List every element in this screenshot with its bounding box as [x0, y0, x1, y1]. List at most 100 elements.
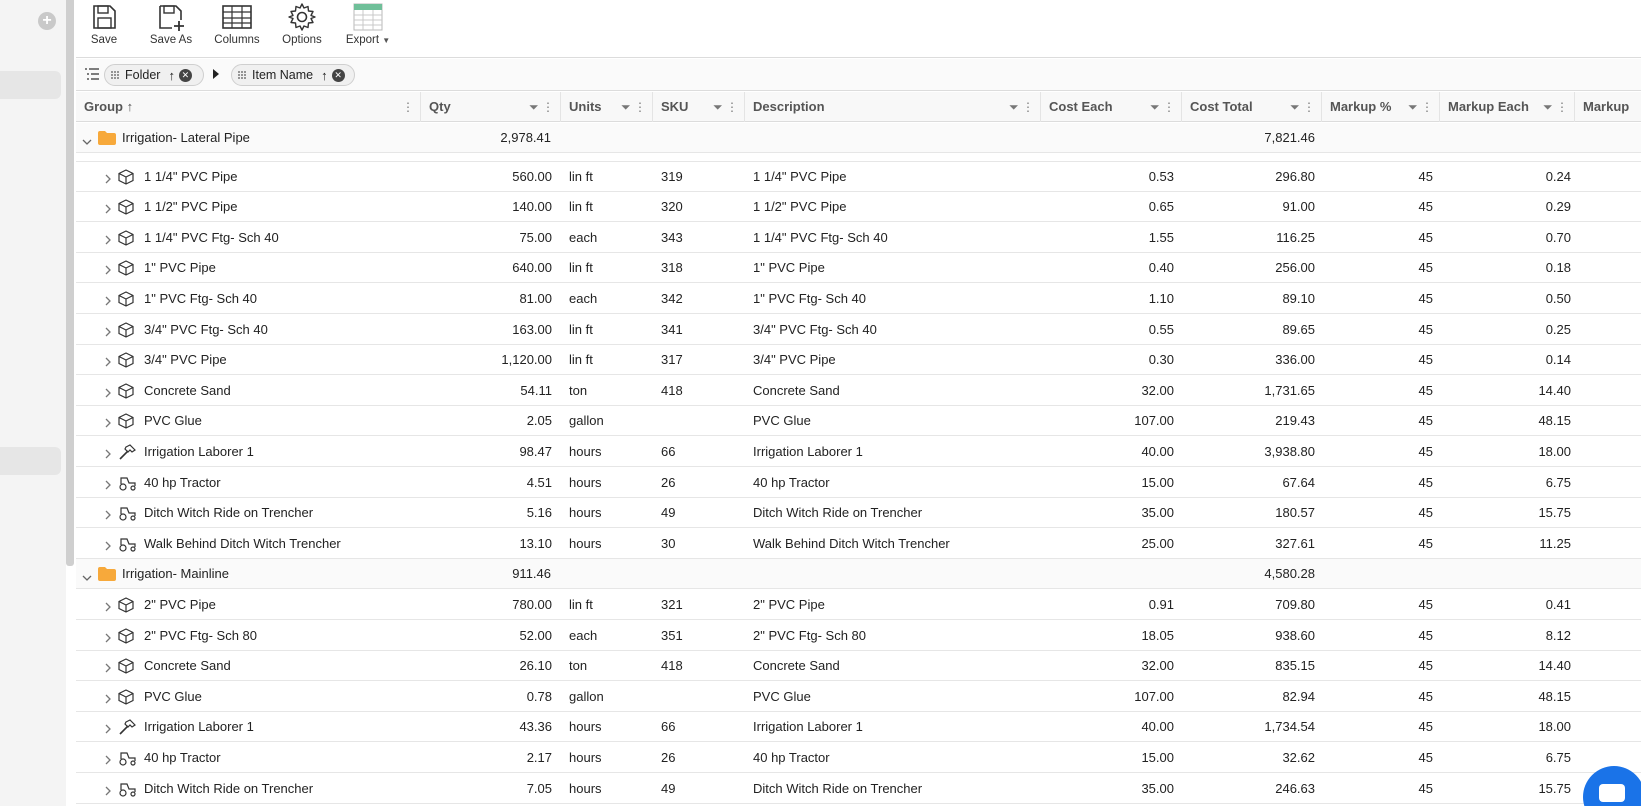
- chevron-right-icon[interactable]: [104, 600, 112, 615]
- add-circle-icon[interactable]: +: [38, 12, 56, 30]
- drag-handle-icon[interactable]: [111, 71, 119, 79]
- table-row[interactable]: 1 1/4" PVC Ftg- Sch 40 75.00 each 343 1 1/4"…: [76, 222, 1641, 253]
- chevron-right-icon[interactable]: [104, 661, 112, 676]
- column-header-qty[interactable]: Qty ⏷ ⋮: [421, 92, 561, 122]
- table-row[interactable]: 2" PVC Pipe 780.00 lin ft 321 2" PVC Pipe 0.9…: [76, 590, 1641, 620]
- group-chip-folder[interactable]: Folder ↑ ✕: [104, 64, 204, 86]
- cost-each-cell: 1.10: [1148, 291, 1174, 306]
- table-row[interactable]: Ditch Witch Ride on Trencher 5.16 hours 49 D…: [76, 498, 1641, 529]
- chevron-right-icon[interactable]: [104, 478, 112, 493]
- table-row[interactable]: Irrigation Laborer 1 98.47 hours 66 Irrigati…: [76, 437, 1641, 467]
- markup-each-cell: 14.40: [1538, 382, 1571, 398]
- chevron-right-icon[interactable]: [104, 294, 112, 309]
- list-tree-icon[interactable]: [85, 68, 99, 80]
- column-menu-icon[interactable]: ⋮: [1421, 100, 1433, 114]
- item-name: 3/4" PVC Pipe: [144, 352, 227, 368]
- sidebar-item[interactable]: [0, 71, 61, 99]
- table-row[interactable]: 2" PVC Ftg- Sch 80 52.00 each 351 2" PVC Ftg…: [76, 620, 1641, 651]
- filter-icon[interactable]: ⏷: [1009, 100, 1019, 114]
- table-row[interactable]: 1 1/2" PVC Pipe 140.00 lin ft 320 1 1/2" PVC…: [76, 192, 1641, 223]
- chevron-right-icon[interactable]: [104, 355, 112, 370]
- chevron-right-icon[interactable]: [104, 784, 112, 799]
- sort-ascending-icon[interactable]: ↑: [127, 99, 134, 114]
- cost-each-cell: 0.30: [1148, 352, 1174, 368]
- column-header-description[interactable]: Description ⏷ ⋮: [745, 92, 1041, 122]
- chevron-right-icon[interactable]: [104, 692, 112, 707]
- group-chip-item-name[interactable]: Item Name ↑ ✕: [231, 64, 355, 86]
- table-row[interactable]: 40 hp Tractor 2.17 hours 26 40 hp Tractor 15.…: [76, 743, 1641, 773]
- column-menu-icon[interactable]: ⋮: [542, 100, 554, 114]
- chevron-right-icon[interactable]: [104, 325, 112, 340]
- column-header-cost-each[interactable]: Cost Each ⏷ ⋮: [1041, 92, 1182, 122]
- column-menu-icon[interactable]: ⋮: [1303, 100, 1315, 114]
- sidebar-item[interactable]: [0, 447, 61, 475]
- group-row[interactable]: Irrigation- Mainline 911.46 4,580.28: [76, 559, 1641, 590]
- remove-chip-icon[interactable]: ✕: [178, 68, 192, 82]
- filter-icon[interactable]: ⏷: [1290, 100, 1300, 114]
- column-header-markup-each[interactable]: Markup Each ⏷ ⋮: [1440, 92, 1575, 122]
- table-row[interactable]: PVC Glue 2.05 gallon PVC Glue 107.00 219.43 45…: [76, 406, 1641, 437]
- filter-icon[interactable]: ⏷: [1150, 100, 1160, 114]
- item-name: 1" PVC Pipe: [144, 260, 216, 276]
- table-row[interactable]: Concrete Sand 26.10 ton 418 Concrete Sand 32.…: [76, 651, 1641, 682]
- chevron-right-icon[interactable]: [104, 631, 112, 646]
- column-header-units[interactable]: Units ⏷ ⋮: [561, 92, 653, 122]
- export-button[interactable]: Export ▼: [342, 0, 394, 58]
- column-menu-icon[interactable]: ⋮: [1163, 100, 1175, 114]
- box-icon: [118, 199, 134, 218]
- column-menu-icon[interactable]: ⋮: [402, 100, 414, 114]
- save-button[interactable]: Save: [84, 0, 124, 58]
- column-header-markup[interactable]: Markup: [1575, 92, 1641, 122]
- options-button[interactable]: Options: [278, 0, 326, 58]
- chevron-right-icon[interactable]: [104, 539, 112, 554]
- vertical-scrollbar[interactable]: [66, 0, 74, 566]
- group-row[interactable]: Irrigation- Lateral Pipe 2,978.41 7,821.46: [76, 123, 1641, 153]
- chevron-right-icon[interactable]: [104, 508, 112, 523]
- chevron-right-icon[interactable]: [104, 233, 112, 248]
- table-row[interactable]: Ditch Witch Ride on Trencher 7.05 hours 49 D…: [76, 773, 1641, 804]
- box-icon: [118, 413, 134, 432]
- drag-handle-icon[interactable]: [238, 71, 246, 79]
- column-header-sku[interactable]: SKU ⏷ ⋮: [653, 92, 745, 122]
- table-row[interactable]: PVC Glue 0.78 gallon PVC Glue 107.00 82.94 45 4…: [76, 681, 1641, 712]
- column-header-markup-pct[interactable]: Markup % ⏷ ⋮: [1322, 92, 1440, 122]
- filter-icon[interactable]: ⏷: [1543, 100, 1553, 114]
- column-menu-icon[interactable]: ⋮: [1556, 100, 1568, 114]
- table-row[interactable]: 1" PVC Ftg- Sch 40 81.00 each 342 1" PVC Ftg…: [76, 284, 1641, 314]
- save-as-button[interactable]: Save As: [146, 0, 196, 58]
- table-row[interactable]: 3/4" PVC Ftg- Sch 40 163.00 lin ft 341 3/4" …: [76, 314, 1641, 345]
- table-row[interactable]: 1" PVC Pipe 640.00 lin ft 318 1" PVC Pipe 0.4…: [76, 253, 1641, 284]
- chevron-down-icon[interactable]: [82, 570, 92, 585]
- column-menu-icon[interactable]: ⋮: [1022, 100, 1034, 114]
- chevron-right-icon[interactable]: [104, 447, 112, 462]
- chevron-right-icon[interactable]: [104, 722, 112, 737]
- filter-icon[interactable]: ⏷: [713, 100, 723, 114]
- column-menu-icon[interactable]: ⋮: [726, 100, 738, 114]
- column-header-group[interactable]: Group ↑ ⋮: [76, 92, 421, 122]
- chevron-right-icon[interactable]: [104, 263, 112, 278]
- filter-icon[interactable]: ⏷: [621, 100, 631, 114]
- table-row[interactable]: 1 1/4" PVC Pipe 560.00 lin ft 319 1 1/4" PVC…: [76, 161, 1641, 192]
- filter-icon[interactable]: ⏷: [529, 100, 539, 114]
- sort-ascending-icon[interactable]: ↑: [321, 68, 328, 83]
- chevron-right-icon[interactable]: [104, 416, 112, 431]
- chevron-down-icon[interactable]: [82, 134, 92, 149]
- remove-chip-icon[interactable]: ✕: [331, 68, 345, 82]
- table-row[interactable]: Walk Behind Ditch Witch Trencher 13.10 hou…: [76, 528, 1641, 559]
- save-icon: [93, 5, 116, 29]
- column-menu-icon[interactable]: ⋮: [634, 100, 646, 114]
- sort-ascending-icon[interactable]: ↑: [168, 68, 175, 83]
- columns-button[interactable]: Columns: [212, 0, 262, 58]
- chevron-right-icon[interactable]: [104, 202, 112, 217]
- table-row[interactable]: Irrigation Laborer 1 43.36 hours 66 Irrigati…: [76, 712, 1641, 743]
- table-row[interactable]: 40 hp Tractor 4.51 hours 26 40 hp Tractor 15.…: [76, 467, 1641, 498]
- description-cell: Walk Behind Ditch Witch Trencher: [753, 535, 950, 551]
- description-cell: Concrete Sand: [753, 658, 840, 674]
- table-row[interactable]: 3/4" PVC Pipe 1,120.00 lin ft 317 3/4" PVC P…: [76, 345, 1641, 376]
- filter-icon[interactable]: ⏷: [1408, 100, 1418, 114]
- table-row[interactable]: Concrete Sand 54.11 ton 418 Concrete Sand 32.…: [76, 375, 1641, 406]
- chevron-right-icon[interactable]: [104, 753, 112, 768]
- chevron-right-icon[interactable]: [104, 172, 112, 187]
- chevron-right-icon[interactable]: [104, 386, 112, 401]
- column-header-cost-total[interactable]: Cost Total ⏷ ⋮: [1182, 92, 1322, 122]
